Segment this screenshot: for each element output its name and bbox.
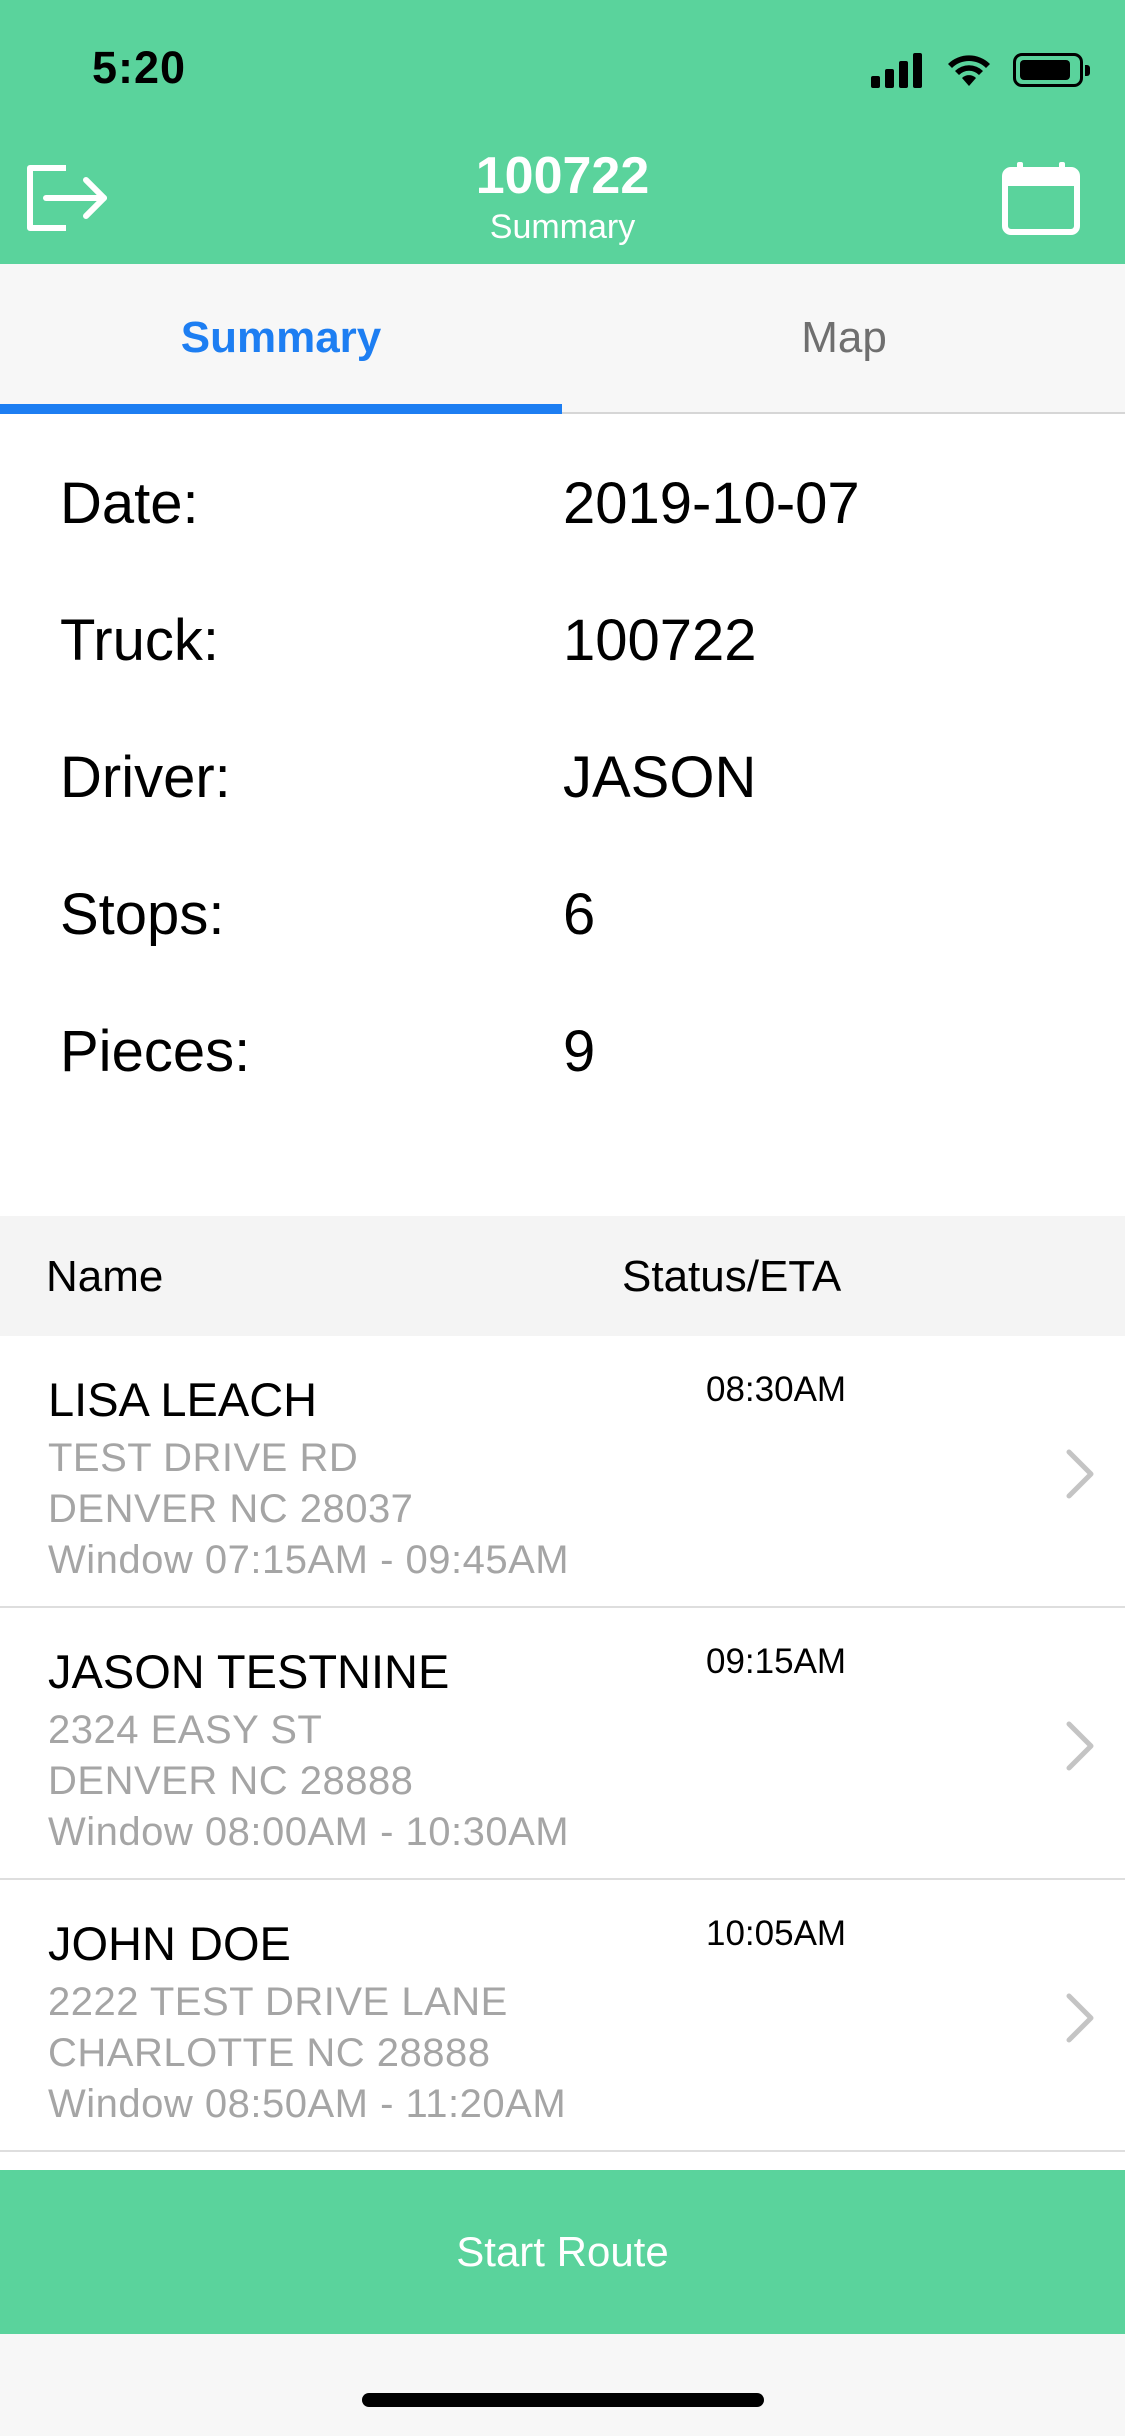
- info-value-stops: 6: [563, 882, 596, 947]
- stop-row[interactable]: JASON TESTNINE 09:15AM 2324 EASY ST DENV…: [0, 1608, 1125, 1880]
- stop-name: JOHN DOE: [48, 1917, 291, 1970]
- stop-address: 2222 TEST DRIVE LANE: [48, 1980, 508, 2024]
- screen: 5:20 100722 Summary Summary Map Date: 20…: [0, 0, 1125, 2436]
- battery-icon: [1013, 53, 1090, 87]
- header-bar: 5:20 100722 Summary: [0, 0, 1125, 264]
- nav-title: 100722: [475, 147, 650, 205]
- stop-city: DENVER NC 28037: [48, 1487, 414, 1531]
- stop-row[interactable]: JOHN DOE 10:05AM 2222 TEST DRIVE LANE CH…: [0, 1880, 1125, 2152]
- tab-bar: Summary Map: [0, 264, 1125, 414]
- nav-subtitle: Summary: [489, 208, 636, 246]
- stop-city: DENVER NC 28888: [48, 1759, 414, 1803]
- tab-map[interactable]: Map: [563, 264, 1125, 412]
- stop-eta: 10:05AM: [706, 1914, 847, 1953]
- tab-selected-indicator: [0, 404, 562, 414]
- column-header-status: Status/ETA: [622, 1252, 842, 1301]
- stop-name: JASON TESTNINE: [48, 1645, 450, 1698]
- info-row-date: Date: 2019-10-07: [0, 470, 1125, 540]
- info-row-driver: Driver: JASON: [0, 744, 1125, 814]
- status-icons: [871, 48, 1090, 92]
- bottom-safe-area: [0, 2334, 1125, 2436]
- stop-address: TEST DRIVE RD: [48, 1436, 359, 1480]
- home-indicator: [362, 2393, 764, 2407]
- info-row-pieces: Pieces: 9: [0, 1018, 1125, 1088]
- stop-window: Window 08:50AM - 11:20AM: [48, 2082, 567, 2126]
- stop-window: Window 08:00AM - 10:30AM: [48, 1810, 570, 1854]
- table-header: Name Status/ETA: [0, 1216, 1125, 1336]
- wifi-icon: [948, 55, 990, 86]
- stop-eta: 08:30AM: [706, 1370, 847, 1409]
- stop-window: Window 07:15AM - 09:45AM: [48, 1538, 570, 1582]
- info-label-stops: Stops:: [60, 882, 225, 947]
- start-route-button[interactable]: Start Route: [0, 2170, 1125, 2334]
- info-value-pieces: 9: [563, 1019, 596, 1084]
- info-row-stops: Stops: 6: [0, 881, 1125, 951]
- stop-name: LISA LEACH: [48, 1373, 318, 1426]
- info-row-truck: Truck: 100722: [0, 607, 1125, 677]
- tab-summary[interactable]: Summary: [0, 264, 562, 412]
- stop-city: CHARLOTTE NC 28888: [48, 2031, 491, 2075]
- column-header-name: Name: [46, 1252, 164, 1301]
- info-label-truck: Truck:: [60, 608, 219, 673]
- info-value-driver: JASON: [563, 745, 757, 810]
- stop-eta: 09:15AM: [706, 1642, 847, 1681]
- info-label-date: Date:: [60, 471, 199, 536]
- signal-icon: [871, 52, 927, 88]
- info-value-date: 2019-10-07: [563, 471, 860, 536]
- info-label-driver: Driver:: [60, 745, 231, 810]
- status-time: 5:20: [92, 42, 187, 93]
- info-label-pieces: Pieces:: [60, 1019, 251, 1084]
- chevron-right-icon: [1066, 1721, 1094, 1771]
- stop-row[interactable]: LISA LEACH 08:30AM TEST DRIVE RD DENVER …: [0, 1336, 1125, 1608]
- stop-address: 2324 EASY ST: [48, 1708, 323, 1752]
- calendar-icon[interactable]: [1001, 160, 1081, 236]
- chevron-right-icon: [1066, 1993, 1094, 2043]
- chevron-right-icon: [1066, 1449, 1094, 1499]
- info-value-truck: 100722: [563, 608, 757, 673]
